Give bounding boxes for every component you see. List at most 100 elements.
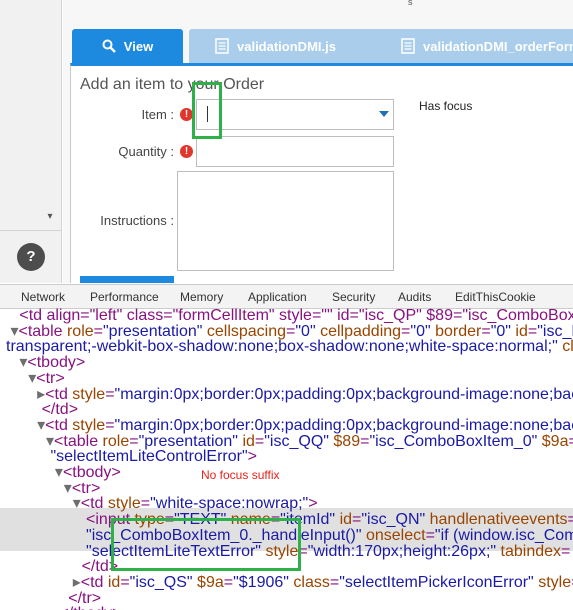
code-token: onselect: [365, 527, 426, 544]
no-focus-highlight-box: [111, 518, 301, 571]
quantity-error-icon[interactable]: !: [180, 145, 193, 158]
focus-highlight-box: [192, 82, 222, 139]
expand-triangle-icon[interactable]: ▾: [37, 417, 45, 434]
code-token: <td: [45, 417, 73, 434]
expand-triangle-icon[interactable]: ▸: [73, 574, 81, 591]
code-line[interactable]: </td>: [6, 559, 118, 575]
code-line[interactable]: </tbody>: [6, 605, 121, 610]
code-token: $89: [333, 433, 361, 450]
code-line[interactable]: ▾<tbody>: [6, 465, 121, 481]
code-token: "selectItemPickerIconError": [339, 574, 534, 591]
devtools-tab-editthiscookie[interactable]: EditThisCookie: [455, 290, 536, 304]
sidebar-divider: [0, 230, 62, 231]
expand-triangle-icon[interactable]: ▾: [73, 495, 81, 512]
code-token: =: [567, 511, 573, 528]
code-line[interactable]: ▾<td style="white-space:nowrap;">: [6, 496, 318, 512]
code-token: $9a: [197, 574, 224, 591]
code-line[interactable]: "selectItemLiteControlError">: [6, 449, 257, 465]
code-token: =: [352, 511, 362, 528]
code-token: class: [562, 338, 573, 355]
devtools-tab-memory[interactable]: Memory: [180, 290, 223, 304]
code-line[interactable]: ▾<tbody>: [6, 355, 85, 371]
code-token: "white-space:nowrap;": [150, 495, 309, 512]
code-token: id: [107, 574, 121, 591]
code-token: =: [329, 574, 340, 591]
tab-view-label: View: [123, 38, 154, 54]
code-token: style: [72, 417, 106, 434]
no-focus-suffix-note: No focus suffix: [201, 468, 280, 482]
code-token: =: [561, 543, 571, 560]
code-token: class: [293, 574, 330, 591]
code-token: >: [247, 448, 257, 465]
code-token: <td: [80, 495, 108, 512]
code-line[interactable]: ▾<tr>: [6, 371, 65, 387]
code-line[interactable]: <td align="left" class="formCellItem" st…: [6, 308, 573, 324]
code-token: "margin:0px;border:0px;padding:0px;backg…: [114, 417, 573, 434]
devtools-tab-audits[interactable]: Audits: [398, 290, 431, 304]
left-sidebar: [0, 0, 62, 283]
code-token: =: [120, 574, 130, 591]
code-token: "isc_QQ": [264, 433, 329, 450]
code-token: =: [223, 574, 234, 591]
code-line[interactable]: transparent;-webkit-box-shadow:none;box-…: [6, 339, 573, 355]
item-label: Item :: [141, 107, 174, 122]
chevron-down-icon[interactable]: [379, 111, 389, 117]
code-token: >: [308, 495, 318, 512]
code-token: =: [140, 495, 151, 512]
expand-triangle-icon[interactable]: ▾: [55, 464, 63, 481]
code-token: tabindex: [500, 543, 562, 560]
code-line[interactable]: ▸<td id="isc_QS" $9a="$1906" class="sele…: [6, 575, 573, 591]
code-token: </tbody>: [59, 605, 121, 610]
code-token: "selectItemLiteControlError": [50, 448, 248, 465]
devtools-tab-application[interactable]: Application: [248, 290, 307, 304]
search-icon: [102, 39, 116, 53]
code-token: "width:170px;height:26px;": [307, 543, 497, 560]
quantity-field[interactable]: [196, 136, 394, 167]
code-token: <tbody>: [62, 464, 121, 481]
devtools-tab-security[interactable]: Security: [332, 290, 375, 304]
code-line[interactable]: ▸<td style="margin:0px;border:0px;paddin…: [6, 387, 573, 403]
devtools-tab-network[interactable]: Network: [21, 290, 65, 304]
code-token: "margin:0px;border:0px;padding:0px;backg…: [114, 386, 573, 403]
code-token: "isc_QS": [129, 574, 193, 591]
devtools-tab-bar: Network Performance Memory Application S…: [0, 284, 573, 309]
instructions-textarea[interactable]: [177, 171, 394, 271]
scroll-down-icon[interactable]: ▾: [44, 210, 56, 224]
tab-view[interactable]: View: [72, 29, 183, 63]
code-line[interactable]: ▾<td style="margin:0px;border:0px;paddin…: [6, 418, 573, 434]
form-title: Add an item to your Order: [80, 76, 265, 93]
code-token: $9a: [541, 433, 569, 450]
code-token: "isc_QN": [361, 511, 426, 528]
item-combobox[interactable]: [196, 99, 394, 130]
tab-validation-orderform-label: validationDMI_orderForm: [423, 38, 573, 54]
code-token: =: [105, 417, 115, 434]
code-token: =: [425, 527, 435, 544]
tab-validation-orderform[interactable]: validationDMI_orderForm: [373, 29, 573, 63]
save-button[interactable]: [80, 276, 174, 283]
quantity-label: Quantity :: [118, 144, 174, 159]
has-focus-note: Has focus: [419, 99, 473, 113]
code-line[interactable]: </td>: [6, 402, 78, 418]
code-token: <td: [80, 574, 108, 591]
devtools-tab-performance[interactable]: Performance: [90, 290, 159, 304]
help-button[interactable]: ?: [17, 243, 45, 271]
tab-bar: View validationDMI.js validationDMI_orde…: [63, 29, 573, 63]
screenshot-root: ▾ ? s View validationDMI.js validationDM…: [0, 0, 573, 610]
code-token: style: [107, 495, 141, 512]
file-icon: [401, 38, 415, 54]
code-token: "isc_ComboBoxItem_0": [369, 433, 538, 450]
code-token: =: [105, 386, 115, 403]
code-token: <td align="left" class="formCellItem" st…: [19, 307, 573, 324]
code-token: id: [339, 511, 353, 528]
code-token: style: [538, 574, 572, 591]
